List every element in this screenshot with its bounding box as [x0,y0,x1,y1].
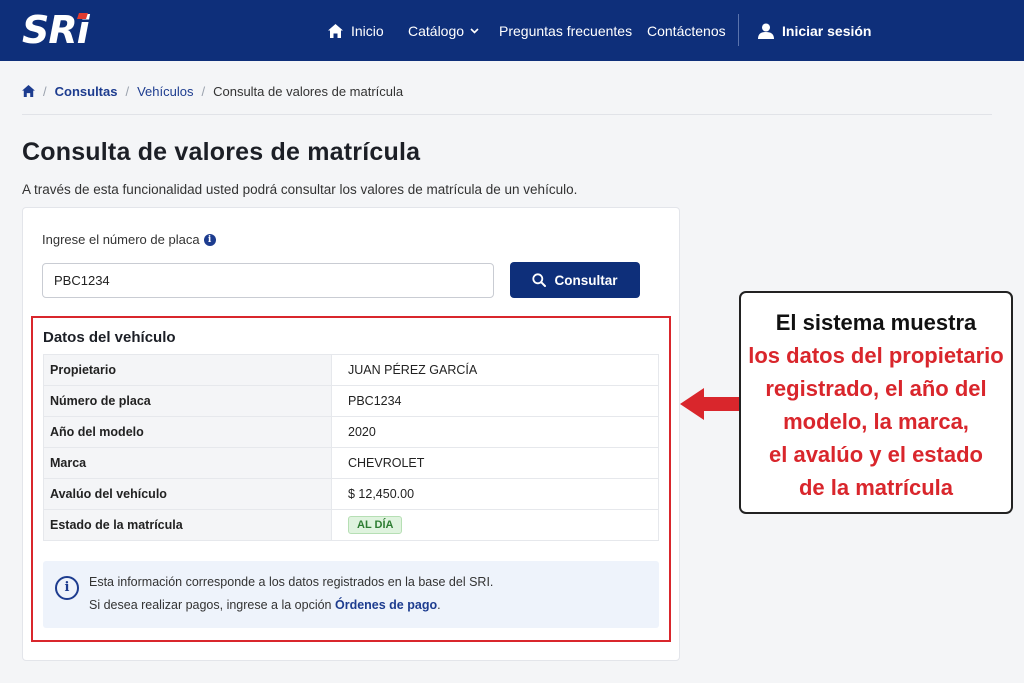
breadcrumb-separator: / [201,83,206,99]
notice-line-2: Si desea realizar pagos, ingrese a la op… [89,598,441,612]
nav-preguntas-label: Preguntas frecuentes [499,22,633,39]
user-icon [758,23,774,39]
callout-line-4: modelo, la marca, [783,409,969,434]
breadcrumb-separator: / [125,83,130,99]
nav-contactenos[interactable]: Contáctenos [647,0,726,61]
info-icon[interactable]: i [203,233,216,246]
callout-line-1: El sistema muestra [775,310,977,335]
plate-input[interactable] [42,263,494,298]
login-label: Iniciar sesión [782,22,872,39]
notice-line-2-suffix: . [437,598,441,612]
row-key: Estado de la matrícula [43,509,332,541]
callout-line-6: de la matrícula [798,475,954,500]
row-key: Año del modelo [43,416,332,448]
row-value: $ 12,450.00 [331,478,659,510]
table-row: Marca CHEVROLET [43,447,659,479]
breadcrumb-vehiculos[interactable]: Vehículos [137,84,193,99]
row-value: JUAN PÉREZ GARCÍA [331,354,659,386]
row-value: AL DÍA [331,509,659,541]
vehicle-data-table: Propietario JUAN PÉREZ GARCÍA Número de … [43,354,659,541]
plate-field-label: Ingrese el número de placa i [42,232,216,247]
row-value: PBC1234 [331,385,659,417]
divider [22,114,992,115]
home-icon[interactable] [22,85,35,97]
nav-divider [738,14,739,46]
info-circle-icon: i [55,576,79,600]
callout-line-3: registrado, el año del [765,376,987,401]
nav-preguntas-frecuentes[interactable]: Preguntas frecuentes [499,0,632,61]
nav-catalogo-label: Catálogo [408,22,465,39]
plate-label-text: Ingrese el número de placa [42,232,200,247]
consultar-label: Consultar [554,272,618,288]
search-icon [532,273,547,287]
home-icon [328,23,343,38]
chevron-down-icon [470,27,479,34]
row-key: Marca [43,447,332,479]
table-row: Propietario JUAN PÉREZ GARCÍA [43,354,659,386]
ordenes-de-pago-link[interactable]: Órdenes de pago [335,598,437,612]
table-row: Avalúo del vehículo $ 12,450.00 [43,478,659,510]
status-badge: AL DÍA [348,516,403,534]
callout-line-2: los datos del propietario [748,343,1004,368]
row-key: Avalúo del vehículo [43,478,332,510]
nav-inicio-label: Inicio [351,22,384,39]
nav-inicio[interactable]: Inicio [328,0,384,61]
breadcrumb: / Consultas / Vehículos / Consulta de va… [22,82,403,100]
arrow-left-icon [680,388,704,420]
row-value: 2020 [331,416,659,448]
consultar-button[interactable]: Consultar [510,262,640,298]
arrow-shaft [702,397,740,411]
top-navigation-bar: SRi Inicio Catálogo Preguntas frecuentes… [0,0,1024,61]
row-key: Propietario [43,354,332,386]
login-button[interactable]: Iniciar sesión [758,0,871,61]
table-row: Número de placa PBC1234 [43,385,659,417]
table-row: Estado de la matrícula AL DÍA [43,509,659,541]
row-value: CHEVROLET [331,447,659,479]
annotation-callout: El sistema muestra los datos del propiet… [739,291,1013,514]
breadcrumb-current: Consulta de valores de matrícula [213,83,404,99]
notice-line-2-prefix: Si desea realizar pagos, ingrese a la op… [89,598,335,612]
info-notice [43,561,659,628]
vehicle-section-title: Datos del vehículo [43,329,176,346]
nav-catalogo[interactable]: Catálogo [408,0,487,61]
nav-contactenos-label: Contáctenos [647,22,726,39]
breadcrumb-separator: / [43,83,47,99]
breadcrumb-consultas[interactable]: Consultas [55,84,118,99]
row-key: Número de placa [43,385,332,417]
callout-line-5: el avalúo y el estado [769,442,983,467]
page-title: Consulta de valores de matrícula [22,138,421,166]
page-description: A través de esta funcionalidad usted pod… [22,182,578,197]
notice-line-1: Esta información corresponde a los datos… [89,575,494,589]
table-row: Año del modelo 2020 [43,416,659,448]
